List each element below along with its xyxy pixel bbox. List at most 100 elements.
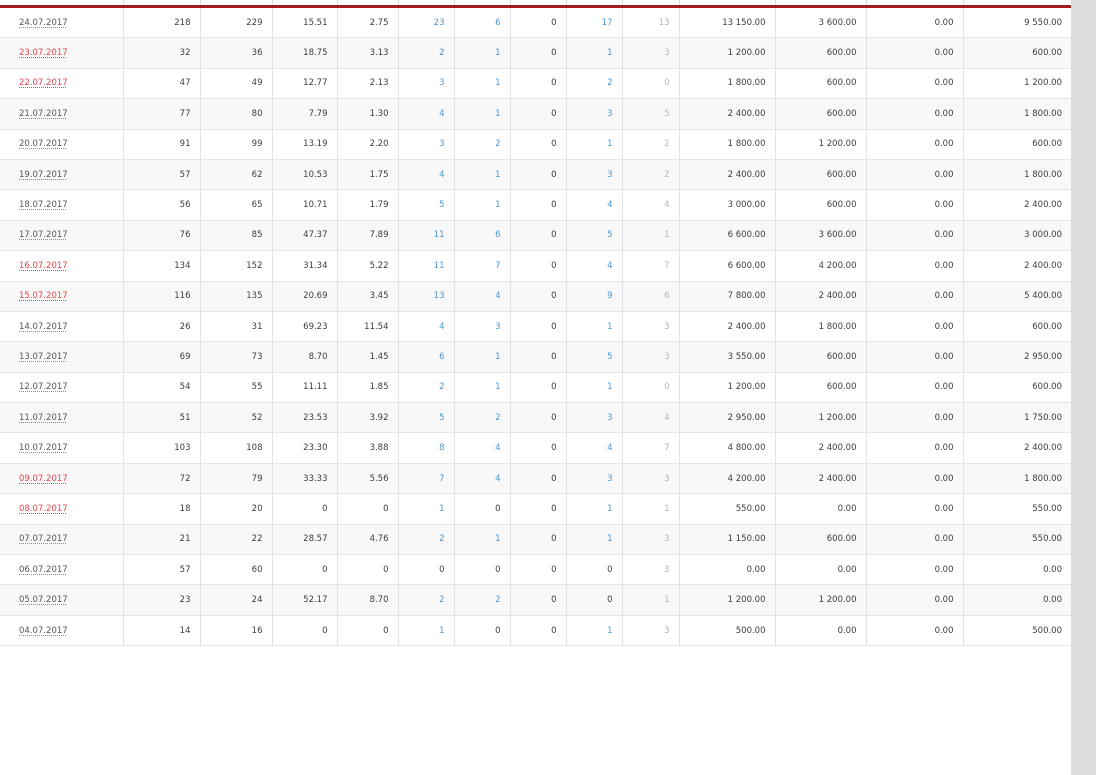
cell-c6: 0 <box>454 554 511 586</box>
date-link[interactable]: 12.07.2017 <box>19 382 68 392</box>
date-link[interactable]: 20.07.2017 <box>19 139 68 149</box>
date-link[interactable]: 08.07.2017 <box>19 504 68 514</box>
cell-c6[interactable]: 1 <box>454 159 511 191</box>
cell-c5[interactable]: 6 <box>398 341 455 373</box>
date-link[interactable]: 24.07.2017 <box>19 18 68 28</box>
cell-c8[interactable]: 1 <box>566 129 623 160</box>
vertical-scrollbar[interactable] <box>1071 0 1096 775</box>
cell-c5[interactable]: 2 <box>398 372 455 404</box>
cell-c5[interactable]: 13 <box>398 281 455 312</box>
cell-c6[interactable]: 1 <box>454 68 511 100</box>
date-link[interactable]: 05.07.2017 <box>19 595 68 605</box>
date-link[interactable]: 10.07.2017 <box>19 443 68 453</box>
cell-c10: 550.00 <box>679 493 776 525</box>
cell-c6[interactable]: 1 <box>454 37 511 69</box>
cell-c5[interactable]: 4 <box>398 159 455 191</box>
cell-c6[interactable]: 6 <box>454 220 511 252</box>
cell-c8[interactable]: 3 <box>566 402 623 434</box>
date-link[interactable]: 17.07.2017 <box>19 230 68 240</box>
cell-c5[interactable]: 11 <box>398 250 455 282</box>
cell-c8[interactable]: 4 <box>566 432 623 464</box>
cell-c2: 229 <box>200 8 273 39</box>
cell-c5[interactable]: 2 <box>398 584 455 616</box>
cell-c5[interactable]: 3 <box>398 68 455 100</box>
date-link[interactable]: 14.07.2017 <box>19 322 68 332</box>
cell-c5[interactable]: 8 <box>398 432 455 464</box>
cell-c8[interactable]: 4 <box>566 250 623 282</box>
cell-c8[interactable]: 3 <box>566 98 623 130</box>
cell-c5[interactable]: 4 <box>398 98 455 130</box>
cell-c10: 500.00 <box>679 615 776 647</box>
cell-c8[interactable]: 4 <box>566 189 623 221</box>
cell-c8[interactable]: 17 <box>566 8 623 39</box>
cell-c6[interactable]: 4 <box>454 281 511 312</box>
cell-c1: 218 <box>123 8 201 39</box>
cell-c5[interactable]: 7 <box>398 463 455 495</box>
cell-c6[interactable]: 1 <box>454 98 511 130</box>
table-row: 11.07.2017 51 52 23.53 3.92 5 2 0 3 4 2 950.00 1 20… <box>0 402 1071 434</box>
cell-c6[interactable]: 4 <box>454 463 511 495</box>
cell-c1: 77 <box>123 98 201 130</box>
date-cell: 22.07.2017 <box>0 68 124 100</box>
date-link[interactable]: 18.07.2017 <box>19 200 68 210</box>
date-link[interactable]: 15.07.2017 <box>19 291 68 301</box>
date-link[interactable]: 04.07.2017 <box>19 626 68 636</box>
cell-c8[interactable]: 3 <box>566 463 623 495</box>
cell-c5[interactable]: 4 <box>398 311 455 343</box>
cell-c6[interactable]: 6 <box>454 8 511 39</box>
date-link[interactable]: 19.07.2017 <box>19 170 68 180</box>
cell-c8[interactable]: 1 <box>566 524 623 556</box>
cell-c5[interactable]: 1 <box>398 493 455 525</box>
cell-c5[interactable]: 5 <box>398 189 455 221</box>
cell-c8[interactable]: 1 <box>566 311 623 343</box>
date-cell: 13.07.2017 <box>0 341 124 373</box>
cell-c8[interactable]: 5 <box>566 220 623 252</box>
cell-c10: 2 400.00 <box>679 98 776 130</box>
date-cell: 12.07.2017 <box>0 372 124 404</box>
date-link[interactable]: 11.07.2017 <box>19 413 68 423</box>
cell-c12: 0.00 <box>866 220 964 252</box>
cell-c5[interactable]: 5 <box>398 402 455 434</box>
cell-c8[interactable]: 1 <box>566 615 623 647</box>
cell-c5[interactable]: 1 <box>398 615 455 647</box>
cell-c5[interactable]: 23 <box>398 8 455 39</box>
cell-c6[interactable]: 1 <box>454 341 511 373</box>
cell-c5[interactable]: 11 <box>398 220 455 252</box>
cell-c13: 500.00 <box>963 615 1071 647</box>
cell-c9: 4 <box>622 189 680 221</box>
cell-c7: 0 <box>510 68 567 100</box>
date-link[interactable]: 16.07.2017 <box>19 261 68 271</box>
cell-c8[interactable]: 1 <box>566 372 623 404</box>
cell-c5[interactable]: 3 <box>398 129 455 160</box>
cell-c8[interactable]: 3 <box>566 159 623 191</box>
cell-c5[interactable]: 2 <box>398 524 455 556</box>
cell-c4: 1.75 <box>337 159 399 191</box>
cell-c6[interactable]: 4 <box>454 432 511 464</box>
cell-c8[interactable]: 2 <box>566 68 623 100</box>
date-link[interactable]: 22.07.2017 <box>19 78 68 88</box>
cell-c6[interactable]: 1 <box>454 189 511 221</box>
cell-c8[interactable]: 9 <box>566 281 623 312</box>
cell-c2: 108 <box>200 432 273 464</box>
cell-c6[interactable]: 1 <box>454 524 511 556</box>
cell-c6[interactable]: 2 <box>454 584 511 616</box>
date-link[interactable]: 21.07.2017 <box>19 109 68 119</box>
cell-c8[interactable]: 1 <box>566 493 623 525</box>
date-link[interactable]: 06.07.2017 <box>19 565 68 575</box>
cell-c6[interactable]: 7 <box>454 250 511 282</box>
cell-c6[interactable]: 2 <box>454 402 511 434</box>
date-link[interactable]: 09.07.2017 <box>19 474 68 484</box>
cell-c4: 7.89 <box>337 220 399 252</box>
cell-c5: 0 <box>398 554 455 586</box>
cell-c3: 18.75 <box>272 37 338 69</box>
cell-c3: 8.70 <box>272 341 338 373</box>
date-link[interactable]: 23.07.2017 <box>19 48 68 58</box>
cell-c6[interactable]: 2 <box>454 129 511 160</box>
cell-c8[interactable]: 5 <box>566 341 623 373</box>
date-link[interactable]: 13.07.2017 <box>19 352 68 362</box>
cell-c8[interactable]: 1 <box>566 37 623 69</box>
cell-c5[interactable]: 2 <box>398 37 455 69</box>
cell-c6[interactable]: 1 <box>454 372 511 404</box>
date-link[interactable]: 07.07.2017 <box>19 534 68 544</box>
cell-c6[interactable]: 3 <box>454 311 511 343</box>
